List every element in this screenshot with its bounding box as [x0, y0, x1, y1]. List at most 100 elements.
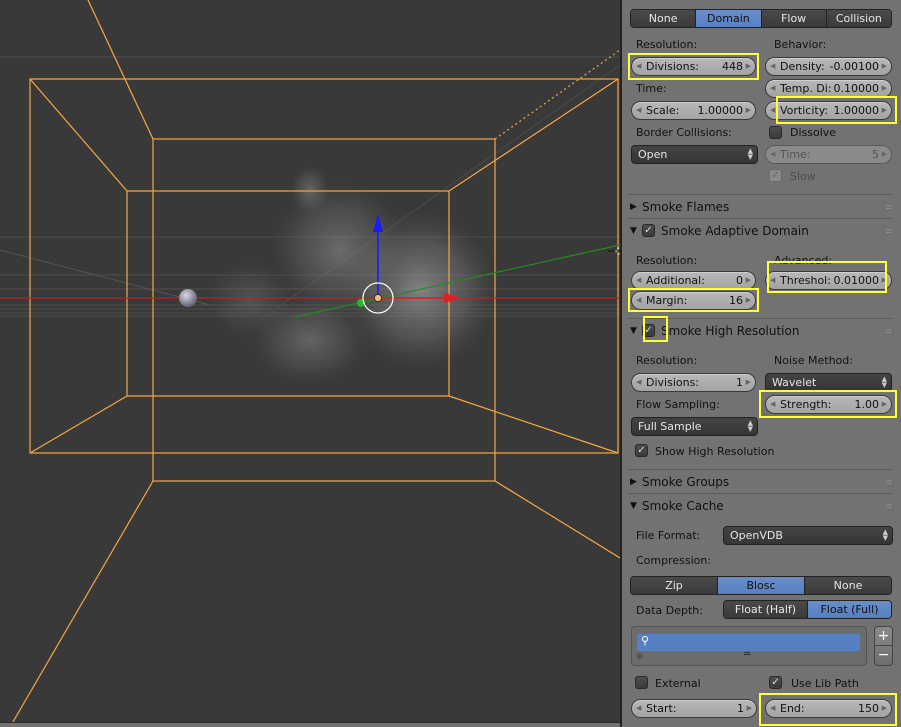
- drag-grip-icon[interactable]: ::::: [886, 227, 893, 235]
- threshold-field[interactable]: ◀ Threshol: 0.01000 ▶: [765, 271, 892, 290]
- compression-selector: Zip Blosc None: [630, 576, 892, 595]
- field-value: 1: [737, 702, 744, 715]
- compression-zip[interactable]: Zip: [631, 577, 718, 594]
- increment-icon[interactable]: ▶: [746, 296, 751, 304]
- drag-grip-icon[interactable]: ::::: [886, 327, 893, 335]
- temp-diff-field[interactable]: ◀ Temp. Di: 0.10000 ▶: [765, 79, 892, 98]
- compression-label: Compression:: [636, 554, 712, 567]
- decrement-icon[interactable]: ◀: [636, 704, 641, 712]
- increment-icon[interactable]: ▶: [746, 378, 751, 386]
- panel-title: Smoke Flames: [642, 199, 730, 214]
- scale-field[interactable]: ◀ Scale: 1.00000 ▶: [631, 101, 756, 120]
- flow-sampling-dropdown[interactable]: Full Sample ▲ ▼: [631, 417, 758, 436]
- increment-icon[interactable]: ▶: [747, 704, 752, 712]
- smoke-flames-header[interactable]: ▶ Smoke Flames ::::: [628, 194, 893, 218]
- decrement-icon[interactable]: ◀: [770, 150, 775, 158]
- field-label: Strength:: [780, 398, 832, 411]
- decrement-icon[interactable]: ◀: [636, 276, 641, 284]
- end-frame-field[interactable]: ◀ End: 150 ▶: [765, 699, 892, 718]
- resolution-label: Resolution:: [636, 38, 698, 51]
- data-depth-full[interactable]: Float (Full): [808, 601, 891, 618]
- data-depth-selector: Float (Half) Float (Full): [723, 600, 892, 619]
- decrement-icon[interactable]: ◀: [770, 400, 775, 408]
- decrement-icon[interactable]: ◀: [770, 84, 775, 92]
- increment-icon[interactable]: ▶: [882, 106, 887, 114]
- decrement-icon[interactable]: ◀: [770, 106, 775, 114]
- decrement-icon[interactable]: ◀: [636, 106, 641, 114]
- density-field[interactable]: ◀ Density: -0.00100 ▶: [765, 57, 892, 76]
- slow-checkbox[interactable]: ✓: [769, 169, 782, 182]
- dissolve-checkbox[interactable]: [769, 126, 782, 139]
- remove-cache-button[interactable]: −: [875, 646, 892, 665]
- field-value: 16: [729, 294, 743, 307]
- adaptive-domain-enable-checkbox[interactable]: ✓: [642, 224, 655, 237]
- tab-flow[interactable]: Flow: [761, 10, 827, 27]
- smoke-groups-header[interactable]: ▶ Smoke Groups ::::: [628, 469, 893, 493]
- panel-title: Smoke Adaptive Domain: [661, 223, 809, 238]
- tab-collision[interactable]: Collision: [826, 10, 891, 27]
- drag-grip-icon[interactable]: ::::: [886, 203, 893, 211]
- field-value: 0.01000: [833, 274, 880, 287]
- show-high-res-checkbox[interactable]: ✓: [635, 444, 648, 457]
- increment-icon[interactable]: ▶: [882, 276, 887, 284]
- external-checkbox[interactable]: [635, 676, 648, 689]
- tab-domain[interactable]: Domain: [696, 10, 762, 27]
- drag-grip-icon[interactable]: ::::: [886, 502, 893, 510]
- tab-none[interactable]: None: [631, 10, 697, 27]
- vorticity-field[interactable]: ◀ Vorticity: 1.00000 ▶: [765, 101, 892, 120]
- use-lib-path-checkbox[interactable]: ✓: [769, 676, 782, 689]
- start-frame-field[interactable]: ◀ Start: 1 ▶: [631, 699, 757, 718]
- decrement-icon[interactable]: ◀: [770, 276, 775, 284]
- behavior-label: Behavior:: [774, 38, 827, 51]
- filter-icon[interactable]: ⊕: [636, 652, 644, 662]
- border-collisions-dropdown[interactable]: Open ▲ ▼: [631, 145, 758, 164]
- add-cache-button[interactable]: +: [875, 627, 892, 646]
- increment-icon[interactable]: ▶: [882, 84, 887, 92]
- high-res-enable-checkbox[interactable]: ✓: [642, 324, 655, 337]
- dropdown-value: OpenVDB: [730, 529, 783, 542]
- increment-icon[interactable]: ▶: [882, 62, 887, 70]
- increment-icon[interactable]: ▶: [746, 276, 751, 284]
- dissolve-label: Dissolve: [790, 126, 837, 139]
- margin-field[interactable]: ◀ Margin: 16 ▶: [631, 291, 756, 310]
- field-value: 448: [722, 60, 743, 73]
- strength-field[interactable]: ◀ Strength: 1.00 ▶: [765, 395, 892, 414]
- decrement-icon[interactable]: ◀: [770, 62, 775, 70]
- field-value: 1.00000: [697, 104, 744, 117]
- flow-sampling-label: Flow Sampling:: [636, 398, 720, 411]
- decrement-icon[interactable]: ◀: [636, 296, 641, 304]
- high-res-divisions-field[interactable]: ◀ Divisions: 1 ▶: [631, 373, 756, 392]
- border-collisions-label: Border Collisions:: [636, 126, 732, 139]
- smoke-cache-header[interactable]: ▼ Smoke Cache ::::: [628, 493, 893, 517]
- 3d-viewport[interactable]: [0, 0, 620, 727]
- file-format-dropdown[interactable]: OpenVDB ▲ ▼: [723, 526, 893, 545]
- expand-arrow-icon: ▶: [630, 201, 637, 212]
- viewport-header-bar[interactable]: [0, 722, 620, 727]
- drag-grip-icon[interactable]: ::::: [886, 478, 893, 486]
- increment-icon[interactable]: ▶: [882, 704, 887, 712]
- compression-none[interactable]: None: [805, 577, 891, 594]
- resize-handle-icon[interactable]: ═: [744, 649, 750, 660]
- dissolve-time-field[interactable]: ◀ Time: 5 ▶: [765, 145, 892, 164]
- data-depth-half[interactable]: Float (Half): [724, 601, 808, 618]
- use-lib-path-label: Use Lib Path: [791, 677, 859, 690]
- smoke-adaptive-domain-header[interactable]: ▼ ✓ Smoke Adaptive Domain ::::: [628, 218, 893, 242]
- decrement-icon[interactable]: ◀: [770, 704, 775, 712]
- emitter-sphere[interactable]: [179, 289, 197, 307]
- noise-method-dropdown[interactable]: Wavelet ▲ ▼: [765, 373, 892, 392]
- divisions-field[interactable]: ◀ Divisions: 448 ▶: [631, 57, 756, 76]
- smoke-volume: [205, 165, 500, 385]
- smoke-high-resolution-header[interactable]: ▼ ✓ Smoke High Resolution ::::: [628, 318, 893, 342]
- increment-icon[interactable]: ▶: [882, 400, 887, 408]
- additional-field[interactable]: ◀ Additional: 0 ▶: [631, 271, 756, 290]
- increment-icon[interactable]: ▶: [746, 106, 751, 114]
- decrement-icon[interactable]: ◀: [636, 378, 641, 386]
- point-cache-list: ⚲ ⊕ ═: [631, 626, 867, 666]
- increment-icon[interactable]: ▶: [882, 150, 887, 158]
- viewport-canvas[interactable]: [0, 0, 620, 727]
- updown-arrows-icon: ▲ ▼: [747, 419, 753, 433]
- slow-label: Slow: [790, 170, 816, 183]
- compression-blosc[interactable]: Blosc: [718, 577, 805, 594]
- increment-icon[interactable]: ▶: [746, 62, 751, 70]
- decrement-icon[interactable]: ◀: [636, 62, 641, 70]
